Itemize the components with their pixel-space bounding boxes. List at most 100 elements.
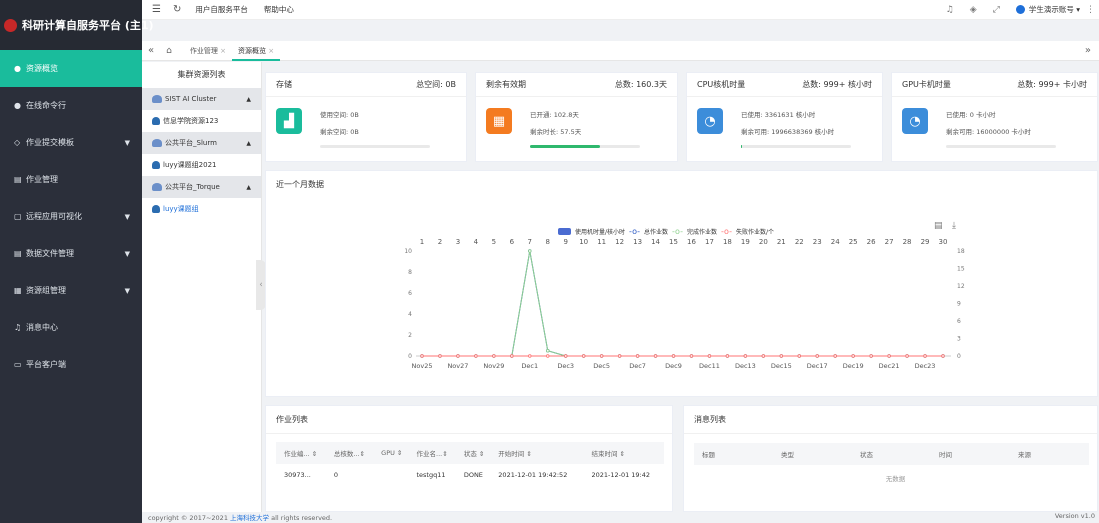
footer: copyright © 2017~2021 上海科技大学 all rights … <box>142 512 1099 523</box>
sidebar-item-4[interactable]: ▢ 远程应用可视化 ▼ <box>0 198 142 235</box>
empty-state: 无数据 <box>885 475 906 483</box>
column-header: 状态 <box>852 443 931 465</box>
progress-bar <box>530 145 640 148</box>
tree-toggle-icon[interactable]: ▲ <box>246 140 251 147</box>
stat-card: 存储 总空间: 0B ▟ 使用空间: 0B 剩余空间: 0B <box>265 72 467 162</box>
series-line <box>422 250 943 357</box>
menu-user-portal[interactable]: 用户自服务平台 <box>195 4 248 15</box>
data-point <box>599 354 604 358</box>
close-icon[interactable]: × <box>220 47 226 55</box>
fullscreen-icon[interactable]: ⤢ <box>993 5 1000 15</box>
top-tick-label: 4 <box>474 238 479 246</box>
sidebar-item-1[interactable]: ● 在线命令行 <box>0 87 142 124</box>
data-point <box>510 354 514 358</box>
tree-item[interactable]: luyy课题组2021 <box>142 154 261 176</box>
tree-item[interactable]: 信息学院资源123 <box>142 110 261 132</box>
menu-help[interactable]: 帮助中心 <box>264 4 294 15</box>
more-icon[interactable]: ⋮ <box>1086 5 1095 15</box>
table-cell: testgq11 <box>416 471 446 479</box>
message-list-header: 消息列表 <box>684 406 1097 434</box>
data-point <box>707 354 712 358</box>
stat-card-icon: ▟ <box>276 108 302 134</box>
x-tick-label: Dec23 <box>915 362 936 370</box>
top-tick-label: 11 <box>597 238 606 246</box>
tag-icon[interactable]: ◈ <box>970 5 977 15</box>
stat-line-2: 剩余空间: 0B <box>320 128 359 136</box>
tree-item[interactable]: SIST AI Cluster ▲ <box>142 88 261 110</box>
sidebar-item-7[interactable]: ♫ 消息中心 <box>0 309 142 346</box>
sidebar-item-8[interactable]: ▭ 平台客户端 <box>0 346 142 383</box>
data-point <box>564 354 568 358</box>
tree-item[interactable]: 公共平台_Torque ▲ <box>142 176 261 198</box>
data-point <box>438 354 442 358</box>
tabs-scroll-left-icon[interactable]: « <box>148 45 154 56</box>
tree-item[interactable]: luyy课题组 <box>142 198 261 220</box>
tab-job-management[interactable]: 作业管理 × <box>184 41 232 61</box>
menu-toggle-icon[interactable]: ☰ <box>152 4 161 15</box>
footer-link[interactable]: 上海科技大学 <box>230 514 269 522</box>
column-header[interactable]: 开始时间 ⇕ <box>490 442 584 464</box>
brand-title: 科研计算自服务平台 (主1) <box>22 19 154 32</box>
stat-card-header: 剩余有效期 总数: 160.3天 <box>476 73 677 97</box>
user-avatar-icon[interactable] <box>1015 5 1025 14</box>
chevron-down-icon: ▼ <box>124 249 130 258</box>
sidebar-item-label: 资源组管理 <box>26 286 66 295</box>
sidebar-item-0[interactable]: ● 资源概览 <box>0 50 142 87</box>
group-icon <box>152 95 162 103</box>
top-tick-label: 1 <box>420 238 424 246</box>
bell-icon[interactable]: ♫ <box>946 5 954 15</box>
sidebar-item-2[interactable]: ◇ 作业提交模板 ▼ <box>0 124 142 161</box>
x-tick-label: Nov25 <box>412 362 433 370</box>
tab-resource-overview-label: 资源概览 <box>237 46 266 55</box>
column-header[interactable]: 状态 ⇕ <box>455 442 491 464</box>
brand: 科研计算自服务平台 (主1) <box>0 0 154 50</box>
progress-bar <box>320 145 430 148</box>
nav-icon: ◇ <box>14 138 21 147</box>
tab-resource-overview[interactable]: 资源概览 × <box>231 41 281 61</box>
x-tick-label: Nov29 <box>483 362 504 370</box>
user-menu[interactable]: 学生演示账号 ▾ <box>1029 4 1080 15</box>
table-row[interactable]: 30973... 0 testgq11 DONE 2021-12-01 19:42:52… <box>276 464 664 486</box>
top-tick-label: 24 <box>831 238 840 246</box>
column-header[interactable]: GPU ⇕ <box>373 442 409 464</box>
stat-card: 剩余有效期 总数: 160.3天 ▦ 已开通: 102.8天 剩余时长: 57.5天 <box>475 72 678 162</box>
tree-toggle-icon[interactable]: ▲ <box>246 184 251 191</box>
y-left-tick-label: 8 <box>408 269 412 276</box>
stat-card-total: 总数: 999+ 核小时 <box>802 80 872 89</box>
close-icon[interactable]: × <box>268 47 274 55</box>
column-header: 类型 <box>773 443 852 465</box>
data-point <box>653 354 658 358</box>
column-header[interactable]: 结束时间 ⇕ <box>583 442 664 464</box>
tree-item[interactable]: 公共平台_Slurm ▲ <box>142 132 261 154</box>
nav-icon: ● <box>14 64 21 73</box>
data-point <box>635 354 640 358</box>
tab-bar: « ⌂ 作业管理 × 资源概览 × » <box>142 41 1099 61</box>
column-header[interactable]: 总核数...⇕ <box>325 442 374 464</box>
nav-icon: ▦ <box>14 286 22 295</box>
column-header[interactable]: 作业名...⇕ <box>408 442 456 464</box>
y-left-tick-label: 2 <box>408 332 412 339</box>
group-icon <box>152 183 162 191</box>
home-icon[interactable]: ⌂ <box>166 46 172 56</box>
sidebar-item-5[interactable]: ▤ 数据文件管理 ▼ <box>0 235 142 272</box>
refresh-icon[interactable]: ↻ <box>173 4 181 15</box>
x-tick-label: Dec19 <box>843 362 864 370</box>
tabs-scroll-right-icon[interactable]: » <box>1085 45 1091 56</box>
cluster-resource-tree: 集群资源列表 SIST AI Cluster ▲ 信息学院资源123 公共平台_Slu… <box>142 62 262 512</box>
stat-card-header: 存储 总空间: 0B <box>266 73 466 97</box>
data-point <box>923 354 927 358</box>
top-tick-label: 29 <box>921 238 930 246</box>
stat-card-title: GPU卡机时量 <box>902 80 951 89</box>
data-point <box>941 354 945 358</box>
tree-toggle-icon[interactable]: ▲ <box>246 96 251 103</box>
stat-card-total: 总空间: 0B <box>416 80 456 89</box>
message-list-card: 消息列表 标题 类型 状态 时间 来源 无数据 <box>683 405 1098 512</box>
stat-line-1: 已开通: 102.8天 <box>530 111 579 119</box>
sidebar-item-3[interactable]: ▤ 作业管理 <box>0 161 142 198</box>
sidebar-item-6[interactable]: ▦ 资源组管理 ▼ <box>0 272 142 309</box>
stat-card-title: CPU核机时量 <box>697 80 746 89</box>
column-header[interactable]: 作业编... ⇕ <box>276 442 326 464</box>
stat-card-icon: ◔ <box>902 108 928 134</box>
job-list-header: 作业列表 <box>266 406 672 434</box>
column-header: 时间 <box>931 443 1010 465</box>
